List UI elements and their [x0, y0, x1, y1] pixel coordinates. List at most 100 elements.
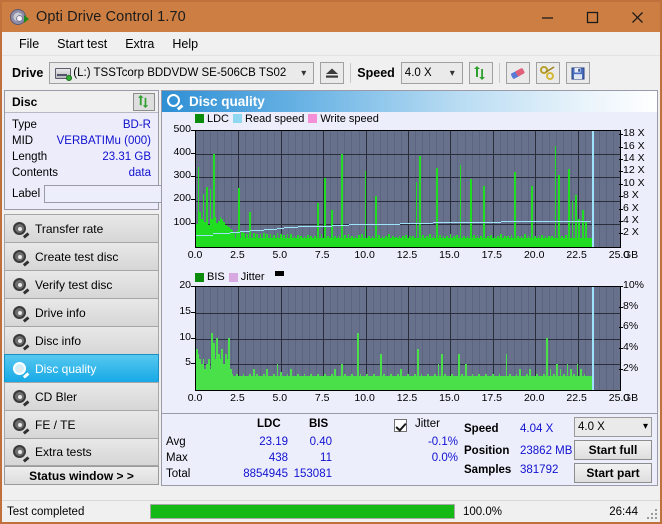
sidebar-item-disc-info[interactable]: Disc info: [4, 326, 159, 354]
save-button[interactable]: [565, 62, 590, 84]
disc-refresh-button[interactable]: [133, 92, 155, 111]
sidebar-item-label: Create test disc: [35, 249, 119, 264]
x-axis-tick-label: 22.5: [566, 248, 587, 261]
sidebar-item-label: Disc info: [35, 333, 82, 348]
panel-header: Disc quality: [162, 91, 657, 112]
x-axis-tick-label: 20.0: [523, 392, 545, 405]
progress-percent: 100.0%: [463, 505, 503, 518]
legend-item-read-speed: Read speed: [233, 113, 304, 125]
progress-bar-fill: [151, 505, 454, 518]
sidebar-item-extra-tests[interactable]: Extra tests: [4, 438, 159, 466]
sidebar-item-disc-quality[interactable]: Disc quality: [4, 354, 159, 382]
disc-test-icon: [12, 389, 30, 407]
stats-position-label: Position: [464, 444, 510, 457]
sidebar-item-cd-bler[interactable]: CD Bler: [4, 382, 159, 410]
legend-label-ldc: LDC: [207, 112, 230, 125]
ldc-plot: [195, 129, 621, 249]
stats-samples-label: Samples: [464, 463, 512, 476]
legend-swatch-jitter: [228, 272, 238, 282]
page-title: Disc quality: [189, 93, 265, 109]
menu-item-extra[interactable]: Extra: [116, 34, 163, 54]
start-full-button[interactable]: Start full: [574, 439, 652, 460]
refresh-button[interactable]: [468, 62, 493, 84]
y2-axis-tick-label: 16 X: [623, 139, 645, 152]
x-axis-tick-label: 2.5: [230, 248, 245, 261]
menu-item-file[interactable]: File: [10, 34, 48, 54]
sidebar-item-label: Disc quality: [35, 361, 97, 376]
sidebar-item-transfer-rate[interactable]: Transfer rate: [4, 214, 159, 242]
speed-label: Speed: [357, 66, 395, 80]
legend-swatch-write-speed: [308, 114, 318, 124]
bis-plot-area: 5 10 15 20 2% 4% 6% 8% 10% 0.0 2.5 5.0 7.5 10.0 12.5 15…: [162, 270, 657, 413]
menu-item-help[interactable]: Help: [163, 34, 207, 54]
speed-select[interactable]: 4.0 X ▾: [400, 62, 463, 84]
close-icon[interactable]: [615, 2, 660, 32]
disc-row-type: Type BD-R: [12, 117, 151, 133]
sidebar-item-verify-test-disc[interactable]: Verify test disc: [4, 270, 159, 298]
y2-axis-tick-label: 6 X: [623, 201, 639, 214]
status-window-button[interactable]: Status window > >: [4, 466, 159, 485]
stats-bis-total: 153081: [293, 467, 332, 480]
stats-row-total: Total: [166, 467, 191, 480]
maximize-icon[interactable]: [570, 2, 615, 32]
disc-label-caption: Label: [12, 188, 41, 200]
x-axis-unit-label: GB: [623, 392, 639, 405]
sidebar-item-fe-te[interactable]: FE / TE: [4, 410, 159, 438]
y2-axis-tick-label: 10%: [623, 279, 645, 292]
legend-item-jitter: Jitter: [228, 271, 265, 284]
disc-quality-panel: Disc quality LDC Read speed Write speed: [161, 90, 658, 486]
disc-row-contents-label: Contents: [12, 167, 59, 179]
y2-axis-tick-label: 10 X: [623, 176, 645, 189]
minimize-icon[interactable]: [525, 2, 570, 32]
legend-marker-icon: [274, 271, 284, 277]
jitter-checkbox[interactable]: [394, 418, 407, 432]
stats-row-max: Max: [166, 451, 188, 464]
disc-info-header: Disc: [5, 91, 158, 113]
drive-select[interactable]: (L:) TSSTcorp BDDVDW SE-506CB TS02 ▾: [49, 62, 315, 84]
app-window: Opti Drive Control 1.70 File Start test …: [0, 0, 662, 524]
legend-label-jitter: Jitter: [240, 271, 265, 284]
disc-info-rows: Type BD-R MID VERBATIMu (000) Length 23.…: [5, 113, 248, 209]
y-axis-tick-label: 15: [179, 304, 191, 317]
stats-ldc-avg: 23.19: [259, 435, 288, 448]
stats-row-avg: Avg: [166, 435, 186, 448]
chevron-down-icon: ▾: [642, 421, 648, 433]
disc-test-icon: [12, 277, 30, 295]
sidebar-item-create-test-disc[interactable]: Create test disc: [4, 242, 159, 270]
tools-button[interactable]: [535, 62, 560, 84]
sidebar-item-drive-info[interactable]: Drive info: [4, 298, 159, 326]
disc-test-icon: [12, 249, 30, 267]
start-part-button[interactable]: Start part: [574, 462, 652, 483]
legend-label-write-speed: Write speed: [320, 112, 379, 125]
disc-test-icon: [12, 361, 30, 379]
disc-test-icon: [12, 444, 30, 462]
disc-test-icon: [12, 305, 30, 323]
y-axis-tick-label: 100: [173, 215, 191, 228]
menu-item-start-test[interactable]: Start test: [48, 34, 116, 54]
resize-grip-icon[interactable]: [647, 509, 657, 519]
test-speed-select[interactable]: 4.0 X ▾: [574, 416, 652, 437]
toolbar-divider: [498, 63, 500, 83]
x-axis-tick-label: 17.5: [481, 248, 503, 261]
x-axis-tick-label: 5.0: [272, 248, 288, 261]
bis-chart: BIS Jitter 5 10 15 20 2% 4% 6% 8% 10% 0.0 2.5 5.0 7.…: [162, 270, 657, 413]
chevron-down-icon: ▾: [449, 67, 455, 79]
eject-button[interactable]: [320, 62, 345, 84]
bis-chart-legend: BIS Jitter: [195, 271, 284, 283]
stats-position-value: 23862 MB: [520, 444, 573, 457]
disc-row-contents-value: data: [128, 167, 151, 179]
sidebar-item-label: Extra tests: [35, 445, 92, 459]
y-axis-tick-label: 5: [185, 356, 191, 369]
legend-item-ldc: LDC: [195, 113, 229, 125]
disc-test-icon: [12, 417, 30, 435]
window-title: Opti Drive Control 1.70: [36, 9, 186, 25]
y-axis-tick-label: 20: [179, 279, 191, 292]
disc-row-contents: Contents data: [12, 165, 151, 181]
y2-axis-tick-label: 4%: [623, 340, 639, 353]
chevron-down-icon: ▾: [301, 67, 307, 79]
y2-axis-tick-label: 14 X: [623, 151, 645, 164]
sidebar-item-label: Drive info: [35, 305, 86, 320]
eraser-button[interactable]: [505, 62, 530, 84]
bis-plot: [195, 286, 621, 391]
x-axis-tick-label: 15.0: [439, 392, 460, 405]
